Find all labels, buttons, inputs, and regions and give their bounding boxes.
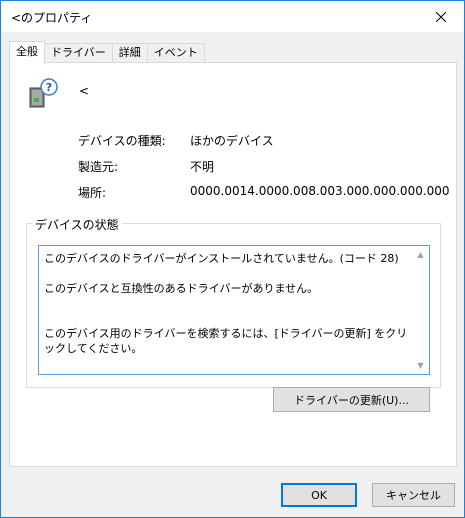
close-icon <box>436 11 446 22</box>
cancel-button[interactable]: キャンセル <box>372 483 455 507</box>
device-type-value: ほかのデバイス <box>190 134 274 148</box>
tab-events[interactable]: イベント <box>146 43 205 63</box>
device-status-textbox[interactable]: このデバイスのドライバーがインストールされていません。(コード 28) このデバ… <box>38 245 430 375</box>
scroll-up-icon[interactable]: ▲ <box>416 250 425 259</box>
unknown-device-icon: ? <box>29 78 58 108</box>
svg-text:?: ? <box>46 81 52 94</box>
tab-details[interactable]: 詳細 <box>111 43 148 63</box>
close-button[interactable] <box>418 1 464 32</box>
location-value: 0000.0014.0000.008.003.000.000.000.000 <box>190 184 450 198</box>
device-name: < <box>79 84 90 98</box>
manufacturer-label: 製造元: <box>78 160 119 174</box>
location-label: 場所: <box>78 186 107 200</box>
status-scrollbar[interactable]: ▲ ▼ <box>412 246 429 374</box>
manufacturer-value: 不明 <box>190 160 215 174</box>
tab-general[interactable]: 全般 <box>9 41 45 64</box>
title-bar: <のプロパティ <box>1 1 464 32</box>
properties-dialog: <のプロパティ 全般 ドライバー 詳細 イベント ? < デバイスの種類: ほか… <box>0 0 465 518</box>
device-status-text: このデバイスのドライバーがインストールされていません。(コード 28) このデバ… <box>44 252 408 355</box>
ok-button[interactable]: OK <box>281 483 357 507</box>
scroll-down-icon[interactable]: ▼ <box>416 361 425 370</box>
device-status-legend: デバイスの状態 <box>32 216 122 233</box>
update-driver-button[interactable]: ドライバーの更新(U)... <box>273 387 430 412</box>
device-type-label: デバイスの種類: <box>78 134 166 148</box>
tab-driver[interactable]: ドライバー <box>44 43 113 63</box>
general-tab-panel: ? < デバイスの種類: ほかのデバイス 製造元: 不明 場所: 0000.00… <box>9 62 457 467</box>
window-title: <のプロパティ <box>11 11 93 25</box>
tab-strip: 全般 ドライバー 詳細 イベント <box>9 41 205 64</box>
